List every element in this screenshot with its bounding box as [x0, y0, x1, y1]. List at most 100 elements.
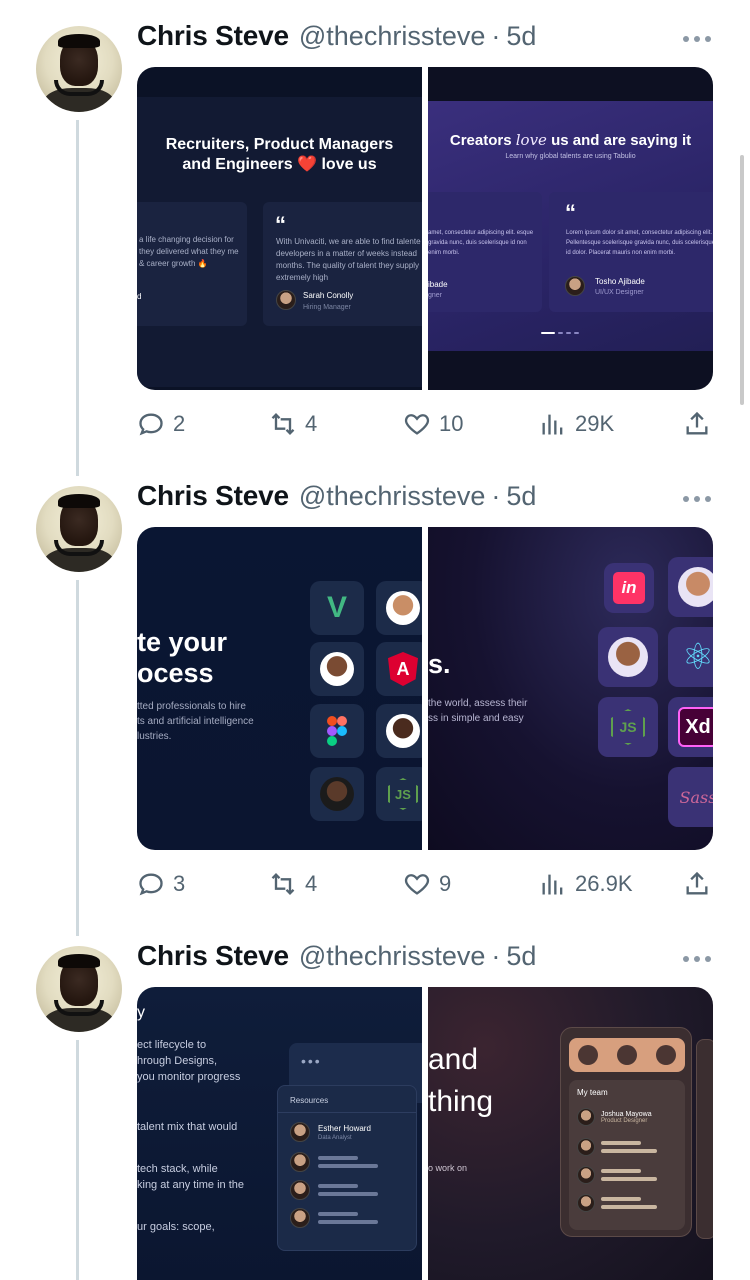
image-headline: and thing [428, 1043, 494, 1118]
author-handle[interactable]: @thechrissteve [299, 481, 485, 512]
testimonial-card: a life changing decision for they delive… [137, 202, 247, 326]
carousel-indicator [541, 332, 579, 334]
team-card: My team Joshua Mayowa Product Designer [560, 1027, 692, 1237]
tweet[interactable]: Chris Steve @thechrissteve · 5d Recruite… [0, 0, 750, 476]
more-options-icon[interactable] [683, 34, 713, 44]
person-tile [598, 627, 658, 687]
author-handle[interactable]: @thechrissteve [299, 941, 485, 972]
separator: · [491, 941, 501, 971]
person-tile [376, 581, 422, 635]
media-image-left[interactable]: te your ocess tted professionals to hire… [137, 527, 422, 850]
analytics-icon [542, 414, 563, 435]
media-image-right[interactable]: and thing o work on My team Joshua Mayow… [428, 987, 713, 1280]
action-bar: 2 4 10 29K [137, 404, 713, 444]
like-button[interactable]: 10 [403, 404, 463, 444]
heart-icon [404, 414, 430, 435]
media-image-right[interactable]: s. the world, assess their ss in simple … [428, 527, 713, 850]
reply-button[interactable]: 2 [137, 404, 185, 444]
avatar[interactable] [36, 486, 122, 572]
reviewer-avatar [276, 290, 296, 310]
tweet-header: Chris Steve @thechrissteve · 5d [137, 940, 536, 976]
image-headline: te your ocess [137, 627, 228, 688]
media-grid[interactable]: te your ocess tted professionals to hire… [137, 527, 713, 850]
person-tile [376, 704, 422, 758]
image-body: ect lifecycle to hrough Designs, you mon… [137, 1039, 241, 1083]
reply-icon [139, 413, 163, 436]
view-count: 29K [575, 411, 615, 436]
quote-icon: “ [275, 212, 286, 237]
reviewer-avatar [565, 276, 585, 296]
media-grid[interactable]: y ect lifecycle to hrough Designs, you m… [137, 987, 713, 1280]
figma-logo-icon [310, 704, 364, 758]
media-image-left[interactable]: Recruiters, Product Managers and Enginee… [137, 67, 422, 390]
avatar[interactable] [36, 26, 122, 112]
like-count: 9 [439, 871, 452, 896]
person-tile [668, 557, 713, 617]
share-icon [686, 871, 708, 895]
tweet-header: Chris Steve @thechrissteve · 5d [137, 480, 536, 516]
reply-button[interactable]: 3 [137, 864, 185, 904]
image-body: tted professionals to hire ts and artifi… [137, 701, 254, 742]
media-image-left[interactable]: y ect lifecycle to hrough Designs, you m… [137, 987, 422, 1280]
sass-logo-icon: Sass [668, 767, 713, 827]
person-tile [310, 767, 364, 821]
testimonial-card: “ Lorem ipsum dolor sit amet, consectetu… [549, 192, 713, 312]
media-image-right[interactable]: Creators love us and are saying it Learn… [428, 67, 713, 390]
retweet-icon [271, 413, 295, 435]
thread-line [76, 580, 79, 936]
share-button[interactable] [683, 864, 711, 904]
reply-count: 2 [173, 411, 186, 436]
nodejs-logo-icon: JS [598, 697, 658, 757]
avatar[interactable] [36, 946, 122, 1032]
retweet-button[interactable]: 4 [269, 864, 317, 904]
author-handle[interactable]: @thechrissteve [299, 21, 485, 52]
views-button[interactable]: 29K [539, 404, 614, 444]
heart-icon [404, 874, 430, 895]
analytics-icon [542, 874, 563, 895]
share-button[interactable] [683, 404, 711, 444]
timestamp[interactable]: 5d [506, 21, 536, 52]
views-button[interactable]: 26.9K [539, 864, 633, 904]
angular-logo-icon: A [376, 642, 422, 696]
quote-icon: “ [565, 200, 576, 225]
person-tile [310, 642, 364, 696]
author-name[interactable]: Chris Steve [137, 480, 289, 512]
retweet-button[interactable]: 4 [269, 404, 317, 444]
tweet-header: Chris Steve @thechrissteve · 5d [137, 20, 536, 56]
timestamp[interactable]: 5d [506, 481, 536, 512]
resources-panel: Resources Esther Howard Data Analyst [277, 1085, 417, 1251]
separator: · [491, 21, 501, 51]
author-name[interactable]: Chris Steve [137, 20, 289, 52]
timestamp[interactable]: 5d [506, 941, 536, 972]
more-options-icon[interactable] [683, 494, 713, 504]
reply-icon [139, 873, 163, 896]
tweet[interactable]: Chris Steve @thechrissteve · 5d te your … [0, 460, 750, 936]
image-subtitle: Learn why global talents are using Tabul… [505, 153, 636, 160]
view-count: 26.9K [575, 871, 633, 896]
retweet-count: 4 [305, 411, 318, 436]
more-options-icon[interactable] [683, 954, 713, 964]
like-button[interactable]: 9 [403, 864, 451, 904]
react-logo-icon: ⚛ [668, 627, 713, 687]
image-headline: s. [428, 649, 451, 679]
vue-logo-icon: V [310, 581, 364, 635]
retweet-icon [271, 873, 295, 895]
thread-line [76, 120, 79, 476]
image-title: Recruiters, Product Managers and Enginee… [165, 136, 394, 173]
action-bar: 3 4 9 26.9K [137, 864, 713, 904]
invision-logo-icon: in [604, 563, 654, 613]
author-name[interactable]: Chris Steve [137, 940, 289, 972]
image-title: Creators love us and are saying it [449, 131, 692, 149]
share-icon [686, 411, 708, 435]
adobe-xd-logo-icon: Xd [668, 697, 713, 757]
thread-line [76, 1040, 79, 1280]
image-body: o work on [428, 1163, 468, 1173]
testimonial-card: amet, consectetur adipiscing elit. esque… [428, 192, 542, 312]
tweet[interactable]: Chris Steve @thechrissteve · 5d y ect li… [0, 920, 750, 1280]
media-grid[interactable]: Recruiters, Product Managers and Enginee… [137, 67, 713, 390]
testimonial-card: “ With Univaciti, we are able to find ta… [263, 202, 422, 326]
reply-count: 3 [173, 871, 186, 896]
like-count: 10 [439, 411, 464, 436]
retweet-count: 4 [305, 871, 318, 896]
separator: · [491, 481, 501, 511]
